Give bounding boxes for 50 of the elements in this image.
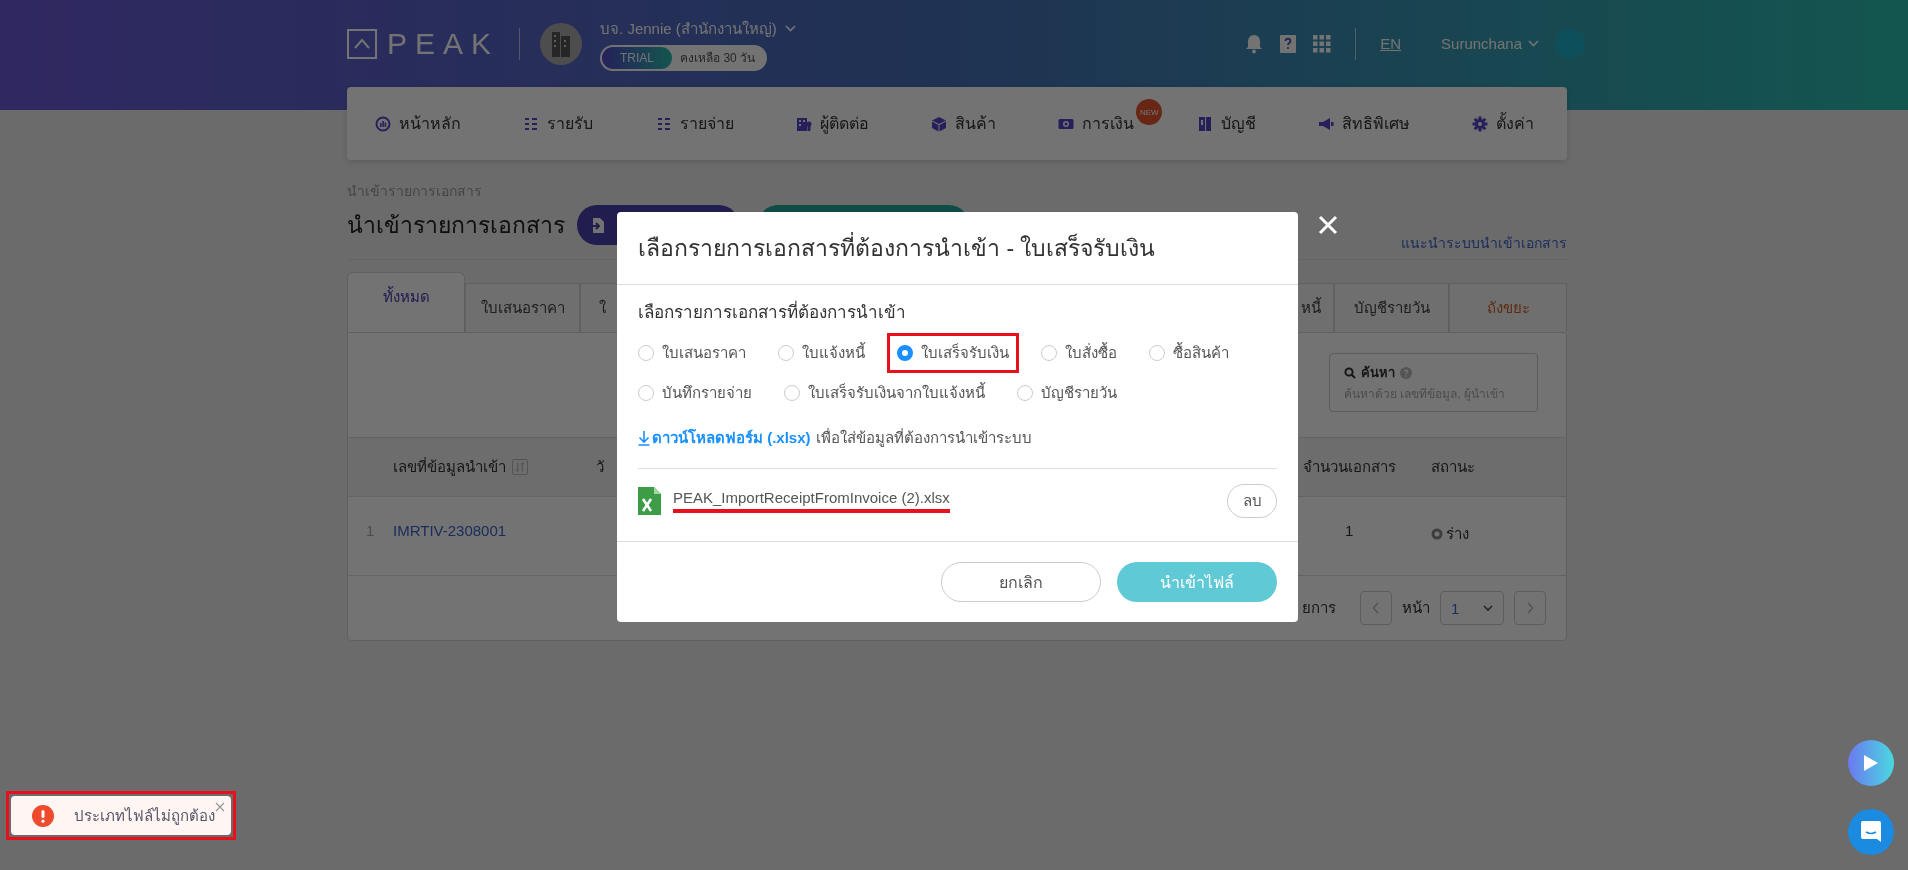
record-summary: ยการ: [1302, 598, 1336, 618]
nav-item[interactable]: การเงิน: [1058, 111, 1135, 136]
column-header: วั: [596, 457, 605, 477]
tab[interactable]: ทั้งหมด: [347, 272, 465, 332]
nav-item[interactable]: รายรับ: [523, 111, 594, 136]
download-note: เพื่อใส่ข้อมูลที่ต้องการนำเข้าระบบ: [815, 427, 1032, 449]
table-cell-text: 1: [1344, 522, 1355, 539]
logo-text: PEAK: [387, 26, 500, 61]
company-selector[interactable]: บจ. Jennie (สำนักงานใหญ่): [600, 16, 796, 41]
user-menu[interactable]: Surunchana: [1441, 35, 1539, 52]
nav-item[interactable]: รายจ่าย: [655, 111, 734, 136]
download-form-link[interactable]: ดาวน์โหลดฟอร์ม (.xlsx): [638, 426, 811, 450]
nav-item[interactable]: สินค้า: [931, 111, 996, 136]
days-remaining: คงเหลือ 30 วัน: [680, 50, 756, 67]
document-type-radio[interactable]: ใบเสนอราคา: [628, 333, 756, 373]
tab[interactable]: ใบเสนอราคา: [465, 283, 580, 332]
status-text: ร่าง: [1446, 524, 1469, 544]
tab[interactable]: บัญชีรายวัน: [1334, 283, 1449, 332]
search-label: ค้นหา: [1361, 364, 1395, 382]
page-label: หน้า: [1402, 598, 1430, 618]
cancel-button[interactable]: ยกเลิก: [941, 562, 1101, 602]
guide-link[interactable]: แนะนำระบบนำเข้าเอกสาร: [1401, 232, 1567, 254]
nav-item[interactable]: ผู้ติดต่อ: [795, 111, 869, 136]
tab[interactable]: ถังขยะ: [1449, 283, 1567, 332]
nav-item[interactable]: หน้าหลัก: [375, 111, 461, 136]
toast-message: ประเภทไฟล์ไม่ถูกต้อง: [74, 805, 215, 827]
record-link[interactable]: IMRTIV-2308001: [393, 522, 596, 539]
language-link[interactable]: EN: [1380, 35, 1402, 52]
new-badge: NEW: [1136, 99, 1163, 125]
file-name: PEAK_ImportReceiptFromInvoice (2).xlsx: [673, 489, 950, 513]
document-type-radio[interactable]: บัญชีรายวัน: [1007, 373, 1127, 413]
plan-label: TRIAL: [602, 46, 673, 69]
nav-item[interactable]: ตั้งค่า: [1472, 111, 1534, 136]
document-type-radio[interactable]: บันทึกรายจ่าย: [628, 373, 762, 413]
column-header[interactable]: เลขที่ข้อมูลนำเข้า: [393, 455, 506, 479]
document-type-radio[interactable]: ใบเสร็จรับเงินจากใบแจ้งหนี้: [774, 373, 995, 413]
column-header: จำนวนเอกสาร: [1303, 457, 1397, 477]
nav-item[interactable]: บัญชี: [1196, 111, 1256, 136]
section-label: เลือกรายการเอกสารที่ต้องการนำเข้า: [638, 299, 907, 324]
dialog-title: เลือกรายการเอกสารที่ต้องการนำเข้า - ใบเสร็จรับเงิน: [638, 230, 1156, 266]
document-type-radio[interactable]: ใบสั่งซื้อ: [1031, 333, 1127, 373]
page-title: นำเข้ารายการเอกสาร: [347, 211, 565, 240]
document-type-radio[interactable]: ใบแจ้งหนี้: [768, 333, 875, 373]
page-select[interactable]: 1: [1440, 591, 1504, 625]
document-type-radio[interactable]: ใบเสร็จรับเงิน: [887, 333, 1019, 373]
nav-item[interactable]: สิทธิพิเศษ: [1317, 111, 1410, 136]
column-header: สถานะ: [1431, 457, 1476, 477]
delete-button[interactable]: ลบ: [1227, 484, 1277, 518]
import-file-button[interactable]: นำเข้าไฟล์: [1117, 562, 1277, 602]
document-type-radio[interactable]: ซื้อสินค้า: [1139, 333, 1239, 373]
